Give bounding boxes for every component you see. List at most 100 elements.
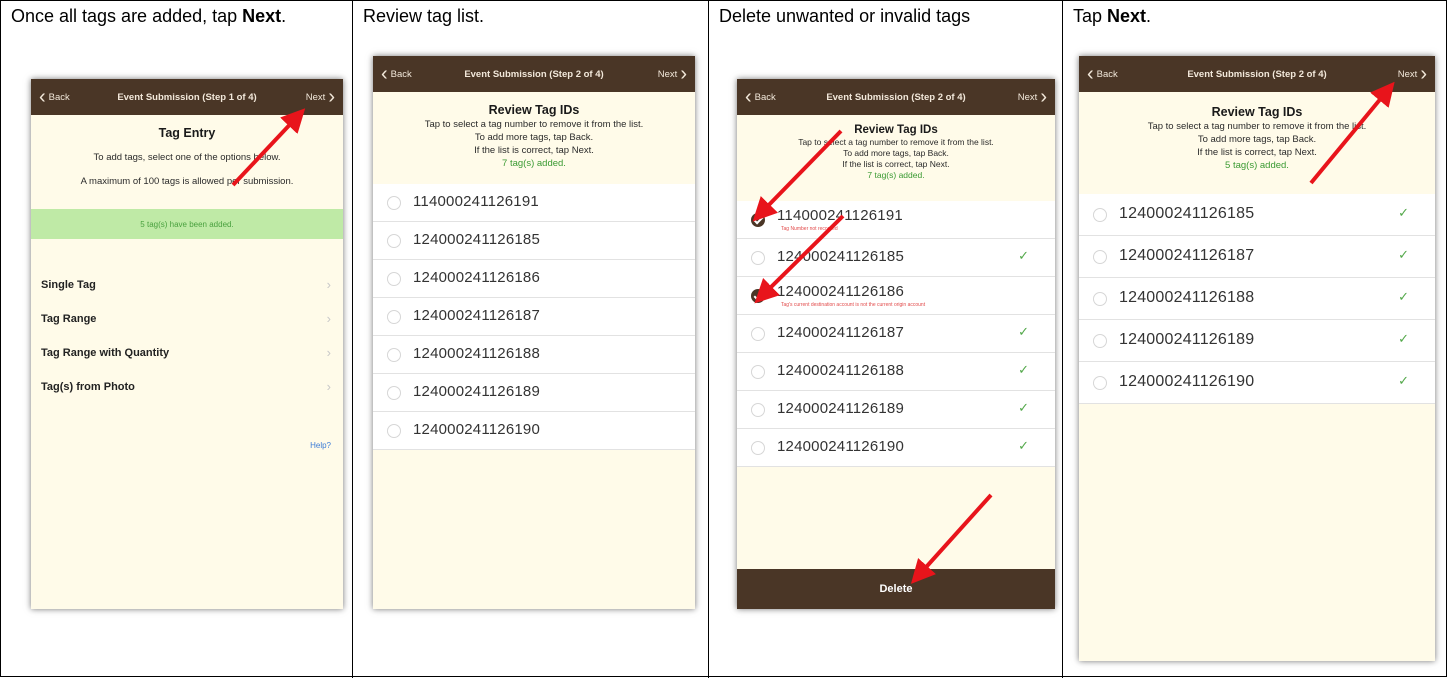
section-title: Tag Entry	[158, 126, 216, 140]
review-header: Review Tag IDs Tap to select a tag numbe…	[1079, 104, 1435, 172]
caption-emphasis: Next	[1107, 6, 1147, 26]
nav-bar: ‹ Back Event Submission (Step 2 of 4) Nex…	[1079, 56, 1435, 92]
tag-row[interactable]: 124000241126188 ✓	[737, 353, 1055, 391]
instruction-line: If the list is correct, tap Next.	[1197, 147, 1317, 158]
tag-row[interactable]: 124000241126189 ✓	[737, 391, 1055, 429]
radio-button[interactable]	[1093, 292, 1107, 306]
tag-row[interactable]: 124000241126189	[373, 374, 695, 412]
radio-button[interactable]	[387, 196, 401, 210]
menu-item-single-tag[interactable]: Single Tag ›	[31, 269, 343, 303]
instruction-line: To add more tags, tap Back.	[843, 148, 949, 158]
step-panel-3: Delete unwanted or invalid tags ‹ Back Ev…	[709, 1, 1063, 678]
tag-list: 114000241126191 Tag Number not recorded 1…	[737, 201, 1055, 467]
radio-button[interactable]	[751, 365, 765, 379]
radio-button[interactable]	[751, 403, 765, 417]
radio-button[interactable]	[751, 251, 765, 265]
tag-number: 124000241126190	[1119, 373, 1255, 390]
instruction-line: Tap to select a tag number to remove it …	[1147, 121, 1367, 132]
tag-number: 124000241126188	[413, 345, 541, 362]
chevron-right-icon: ›	[1040, 86, 1047, 108]
instruction-line: If the list is correct, tap Next.	[474, 145, 594, 156]
phone-screen: ‹ Back Event Submission (Step 2 of 4) Nex…	[1079, 56, 1435, 661]
radio-button[interactable]	[387, 310, 401, 324]
selected-check-icon[interactable]	[751, 289, 765, 303]
next-button[interactable]: Next ›	[1398, 56, 1427, 92]
menu-item-tags-from-photo[interactable]: Tag(s) from Photo ›	[31, 371, 343, 405]
radio-button[interactable]	[387, 424, 401, 438]
tag-row[interactable]: 124000241126187	[373, 298, 695, 336]
radio-button[interactable]	[1093, 376, 1107, 390]
instruction-line: Tap to select a tag number to remove it …	[424, 119, 644, 130]
section-title: Review Tag IDs	[1211, 105, 1303, 119]
tag-count: 7 tag(s) added.	[867, 170, 925, 180]
tag-count: 7 tag(s) added.	[502, 158, 566, 169]
radio-button[interactable]	[1093, 208, 1107, 222]
valid-check-icon: ✓	[1398, 205, 1409, 220]
tag-row[interactable]: 124000241126188 ✓	[1079, 278, 1435, 320]
review-header: Review Tag IDs Tap to select a tag numbe…	[737, 123, 1055, 181]
tag-row[interactable]: 124000241126190 ✓	[1079, 362, 1435, 404]
instruction-line: To add more tags, tap Back.	[1197, 134, 1317, 145]
radio-button[interactable]	[751, 327, 765, 341]
step-caption: Delete unwanted or invalid tags	[719, 6, 971, 26]
tag-row[interactable]: 124000241126190 ✓	[737, 429, 1055, 467]
step-caption: Once all tags are added, tap Next.	[11, 6, 287, 26]
radio-button[interactable]	[387, 386, 401, 400]
next-button[interactable]: Next ›	[306, 79, 335, 115]
next-button[interactable]: Next ›	[658, 56, 687, 92]
tag-row[interactable]: 124000241126185 ✓	[737, 239, 1055, 277]
tag-row[interactable]: 124000241126186	[373, 260, 695, 298]
tag-number: 124000241126186	[777, 283, 905, 300]
next-button[interactable]: Next ›	[1018, 79, 1047, 115]
step-panel-2: Review tag list. ‹ Back Event Submission …	[353, 1, 709, 678]
tag-number: 124000241126188	[1119, 289, 1255, 306]
tag-entry-header: Tag Entry To add tags, select one of the…	[31, 125, 343, 188]
radio-button[interactable]	[387, 234, 401, 248]
tag-row[interactable]: 124000241126188	[373, 336, 695, 374]
phone-screen: ‹ Back Event Submission (Step 2 of 4) Nex…	[737, 79, 1055, 609]
tag-number: 124000241126186	[413, 269, 541, 286]
radio-button[interactable]	[1093, 250, 1107, 264]
tag-row[interactable]: 124000241126187 ✓	[1079, 236, 1435, 278]
tag-row[interactable]: 114000241126191	[373, 184, 695, 222]
radio-button[interactable]	[1093, 334, 1107, 348]
help-question-icon: ?	[326, 441, 331, 450]
menu-item-tag-range[interactable]: Tag Range ›	[31, 303, 343, 337]
tag-row[interactable]: 124000241126189 ✓	[1079, 320, 1435, 362]
valid-check-icon: ✓	[1018, 362, 1029, 377]
error-message: Tag Number not recorded	[781, 226, 838, 232]
valid-check-icon: ✓	[1398, 373, 1409, 388]
caption-emphasis: Next	[242, 6, 282, 26]
tag-row-invalid[interactable]: 114000241126191 Tag Number not recorded	[737, 201, 1055, 239]
tag-row-invalid[interactable]: 124000241126186 Tag's current destination…	[737, 277, 1055, 315]
chevron-right-icon: ›	[326, 345, 331, 360]
tag-row[interactable]: 124000241126187 ✓	[737, 315, 1055, 353]
review-header: Review Tag IDs Tap to select a tag numbe…	[373, 102, 695, 170]
tag-row[interactable]: 124000241126185 ✓	[1079, 194, 1435, 236]
valid-check-icon: ✓	[1018, 324, 1029, 339]
help-link[interactable]: Help?	[310, 441, 331, 450]
tag-row[interactable]: 124000241126185	[373, 222, 695, 260]
valid-check-icon: ✓	[1018, 400, 1029, 415]
radio-button[interactable]	[387, 272, 401, 286]
tag-list: 114000241126191 124000241126185 12400024…	[373, 184, 695, 450]
tag-number: 124000241126190	[777, 438, 905, 455]
radio-button[interactable]	[387, 348, 401, 362]
nav-bar: ‹ Back Event Submission (Step 2 of 4) Nex…	[737, 79, 1055, 115]
tag-row[interactable]: 124000241126190	[373, 412, 695, 450]
tag-entry-options: Single Tag › Tag Range › Tag Range with Qu…	[31, 269, 343, 405]
radio-button[interactable]	[751, 441, 765, 455]
tag-list: 124000241126185 ✓ 124000241126187 ✓ 124000…	[1079, 194, 1435, 404]
instruction-line: Tap to select a tag number to remove it …	[798, 137, 994, 147]
limit-text: A maximum of 100 tags is allowed per sub…	[80, 176, 294, 187]
tag-number: 124000241126187	[413, 307, 541, 324]
screen-title: Event Submission (Step 1 of 4)	[117, 91, 257, 103]
selected-check-icon[interactable]	[751, 213, 765, 227]
tag-number: 124000241126185	[413, 231, 541, 248]
menu-item-tag-range-quantity[interactable]: Tag Range with Quantity ›	[31, 337, 343, 371]
chevron-right-icon: ›	[1420, 63, 1427, 85]
chevron-right-icon: ›	[326, 379, 331, 394]
delete-button[interactable]: Delete	[737, 569, 1055, 609]
instruction-line: To add more tags, tap Back.	[474, 132, 594, 143]
tag-number: 124000241126189	[413, 383, 541, 400]
